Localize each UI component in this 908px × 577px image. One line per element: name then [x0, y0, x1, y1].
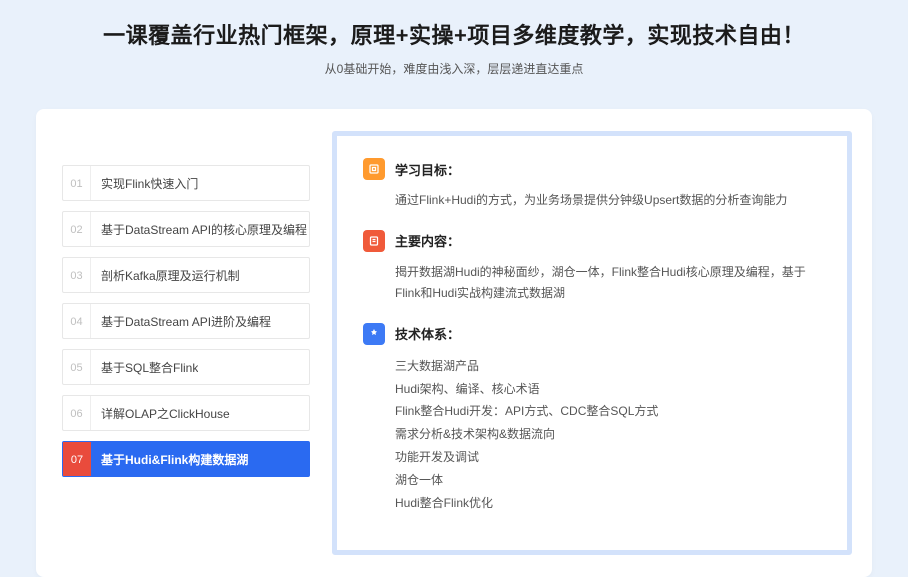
sidebar-item-number: 03: [63, 258, 91, 292]
sidebar-item-label: 详解OLAP之ClickHouse: [91, 405, 230, 422]
sidebar-item-01[interactable]: 01实现Flink快速入门: [62, 165, 310, 201]
sidebar-item-03[interactable]: 03剖析Kafka原理及运行机制: [62, 257, 310, 293]
section-goal-header: 学习目标：: [363, 158, 821, 180]
tech-item: 湖仓一体: [395, 469, 821, 492]
page-subtitle: 从0基础开始，难度由浅入深，层层递进直达重点: [0, 60, 908, 77]
section-tech-header: 技术体系：: [363, 323, 821, 345]
sidebar-item-number: 07: [63, 442, 91, 476]
section-goal-title: 学习目标：: [395, 160, 460, 179]
section-main-body: 揭开数据湖Hudi的神秘面纱，湖仓一体，Flink整合Hudi核心原理及编程，基…: [363, 262, 821, 305]
sidebar-item-05[interactable]: 05基于SQL整合Flink: [62, 349, 310, 385]
tech-item: Hudi整合Flink优化: [395, 492, 821, 515]
tech-icon: [363, 323, 385, 345]
section-main-header: 主要内容：: [363, 230, 821, 252]
sidebar-item-label: 基于Hudi&Flink构建数据湖: [91, 451, 248, 468]
section-tech: 技术体系： 三大数据湖产品Hudi架构、编译、核心术语Flink整合Hudi开发…: [363, 323, 821, 515]
page-title: 一课覆盖行业热门框架，原理+实操+项目多维度教学，实现技术自由！: [0, 18, 908, 50]
tech-item: 需求分析&技术架构&数据流向: [395, 423, 821, 446]
tech-item: Flink整合Hudi开发：API方式、CDC整合SQL方式: [395, 400, 821, 423]
sidebar-item-label: 基于DataStream API的核心原理及编程: [91, 221, 307, 238]
target-icon: [363, 158, 385, 180]
sidebar-item-label: 基于SQL整合Flink: [91, 359, 198, 376]
sidebar-item-number: 06: [63, 396, 91, 430]
section-goal-body: 通过Flink+Hudi的方式，为业务场景提供分钟级Upsert数据的分析查询能…: [363, 190, 821, 212]
sidebar-item-06[interactable]: 06详解OLAP之ClickHouse: [62, 395, 310, 431]
sidebar-item-label: 剖析Kafka原理及运行机制: [91, 267, 240, 284]
content-panel: 学习目标： 通过Flink+Hudi的方式，为业务场景提供分钟级Upsert数据…: [332, 131, 852, 555]
sidebar-item-label: 实现Flink快速入门: [91, 175, 198, 192]
tech-list: 三大数据湖产品Hudi架构、编译、核心术语Flink整合Hudi开发：API方式…: [363, 355, 821, 515]
content-icon: [363, 230, 385, 252]
main-card: 01实现Flink快速入门02基于DataStream API的核心原理及编程0…: [36, 109, 872, 577]
page-header: 一课覆盖行业热门框架，原理+实操+项目多维度教学，实现技术自由！ 从0基础开始，…: [0, 0, 908, 93]
section-tech-title: 技术体系：: [395, 324, 460, 343]
tech-item: 功能开发及调试: [395, 446, 821, 469]
tech-item: Hudi架构、编译、核心术语: [395, 378, 821, 401]
section-main-title: 主要内容：: [395, 231, 460, 250]
sidebar-item-07[interactable]: 07基于Hudi&Flink构建数据湖: [62, 441, 310, 477]
sidebar-item-number: 01: [63, 166, 91, 200]
section-main: 主要内容： 揭开数据湖Hudi的神秘面纱，湖仓一体，Flink整合Hudi核心原…: [363, 230, 821, 305]
sidebar: 01实现Flink快速入门02基于DataStream API的核心原理及编程0…: [62, 165, 310, 555]
section-goal: 学习目标： 通过Flink+Hudi的方式，为业务场景提供分钟级Upsert数据…: [363, 158, 821, 212]
sidebar-item-number: 05: [63, 350, 91, 384]
sidebar-item-number: 02: [63, 212, 91, 246]
sidebar-item-02[interactable]: 02基于DataStream API的核心原理及编程: [62, 211, 310, 247]
sidebar-item-label: 基于DataStream API进阶及编程: [91, 313, 271, 330]
tech-item: 三大数据湖产品: [395, 355, 821, 378]
sidebar-item-number: 04: [63, 304, 91, 338]
sidebar-item-04[interactable]: 04基于DataStream API进阶及编程: [62, 303, 310, 339]
